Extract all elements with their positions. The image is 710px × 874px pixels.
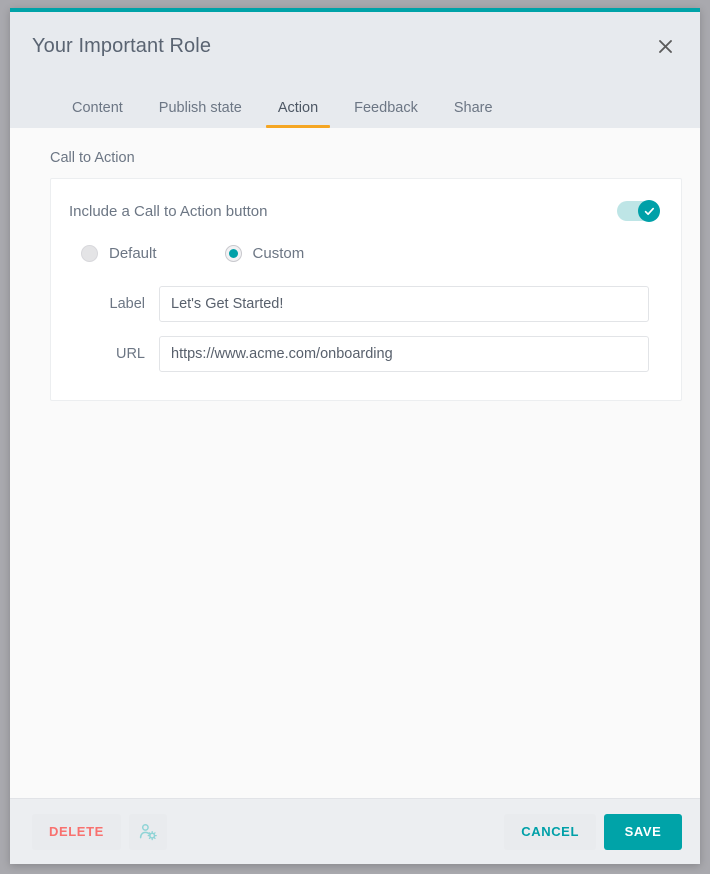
tab-publish-state[interactable]: Publish state xyxy=(141,100,260,129)
include-cta-label: Include a Call to Action button xyxy=(69,202,268,220)
radio-option-default[interactable]: Default xyxy=(81,245,157,262)
save-button[interactable]: SAVE xyxy=(604,813,682,850)
radio-mark-default xyxy=(81,245,98,262)
dialog: Your Important Role Content Publish stat… xyxy=(10,8,700,864)
toggle-knob xyxy=(638,200,660,222)
cta-type-radio-group: Default Custom xyxy=(51,243,681,262)
footer-right-actions: CANCEL SAVE xyxy=(504,813,682,850)
field-label-label: Label xyxy=(109,296,145,312)
section-heading-call-to-action: Call to Action xyxy=(50,150,135,166)
tab-feedback[interactable]: Feedback xyxy=(336,100,436,129)
dialog-footer: DELETE CANCEL SAVE xyxy=(10,798,700,864)
cta-field-list: Label URL xyxy=(51,262,681,372)
tab-action[interactable]: Action xyxy=(260,100,336,129)
dialog-header: Your Important Role Content Publish stat… xyxy=(10,12,700,128)
call-to-action-card: Include a Call to Action button Default xyxy=(50,178,682,401)
include-cta-toggle[interactable] xyxy=(617,200,660,222)
delete-button[interactable]: DELETE xyxy=(32,813,121,850)
title-row: Your Important Role xyxy=(10,12,700,80)
tab-bar: Content Publish state Action Feedback Sh… xyxy=(10,80,700,128)
dialog-body: Call to Action Include a Call to Action … xyxy=(10,128,700,798)
radio-label-default: Default xyxy=(109,245,157,262)
close-icon[interactable] xyxy=(648,29,682,63)
tab-content[interactable]: Content xyxy=(54,100,141,129)
footer-left-actions: DELETE xyxy=(32,813,167,850)
cta-label-input[interactable] xyxy=(159,286,649,322)
check-icon xyxy=(644,207,654,215)
cta-url-input[interactable] xyxy=(159,336,649,372)
field-row-label: Label xyxy=(51,286,649,322)
radio-label-custom: Custom xyxy=(252,245,305,262)
user-settings-icon-button[interactable] xyxy=(128,813,167,850)
field-label-url: URL xyxy=(115,346,145,362)
field-row-url: URL xyxy=(51,336,649,372)
include-cta-row: Include a Call to Action button xyxy=(51,179,681,243)
page-title: Your Important Role xyxy=(32,34,212,57)
user-settings-icon xyxy=(139,823,157,840)
tab-share[interactable]: Share xyxy=(436,100,511,129)
cancel-button[interactable]: CANCEL xyxy=(504,813,596,850)
radio-mark-custom xyxy=(224,245,242,262)
radio-option-custom[interactable]: Custom xyxy=(224,245,305,262)
